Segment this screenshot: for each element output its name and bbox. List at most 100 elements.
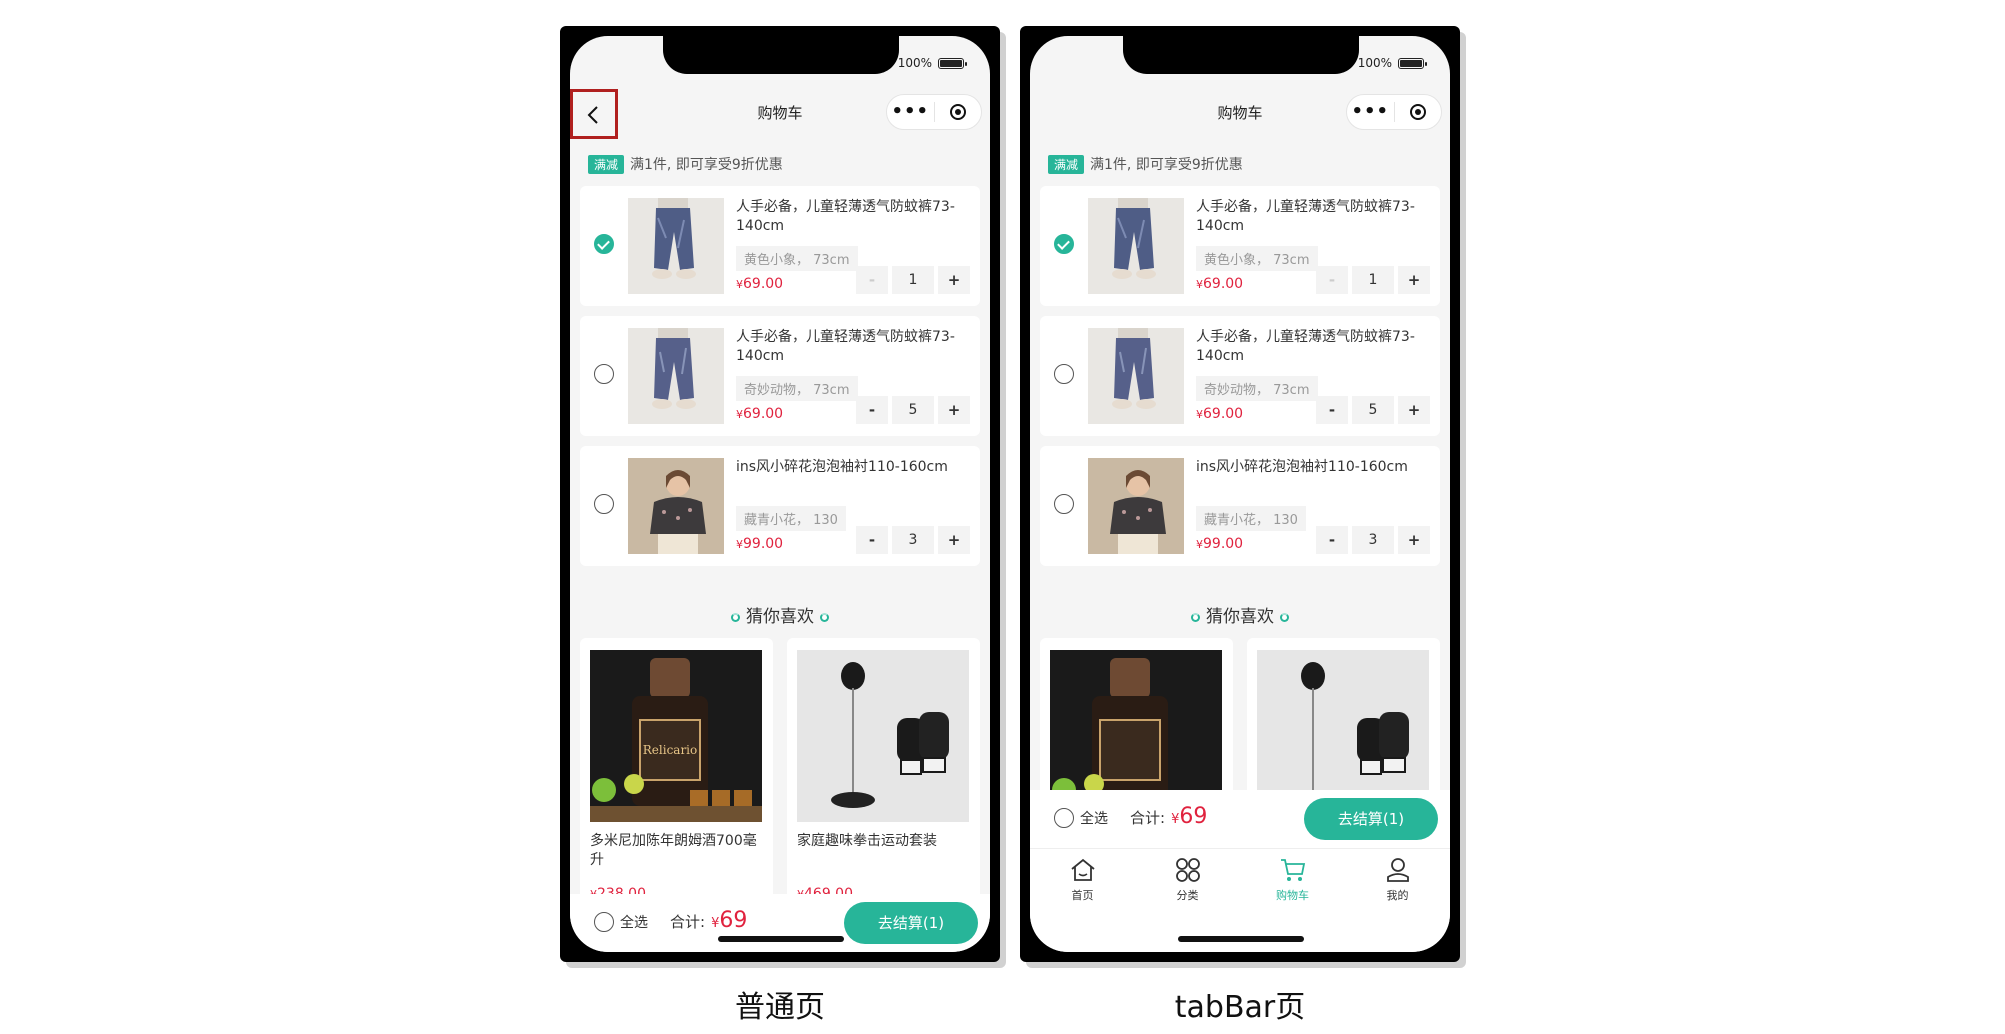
product-image-pants — [1088, 198, 1184, 294]
phone-normal-page: 100% 购物车 ••• 满减 满1件, 即可享受9折优惠 人手必备，儿童轻薄透… — [560, 26, 1000, 962]
item-spec[interactable]: 黄色小象， 73cm — [736, 246, 858, 271]
promo-banner: 满减 满1件, 即可享受9折优惠 — [1048, 154, 1243, 174]
item-spec[interactable]: 藏青小花， 130 — [1196, 506, 1306, 531]
recommend-card[interactable]: 家庭趣味拳击运动套装 ¥469.00 — [787, 638, 980, 908]
quantity-value[interactable]: 1 — [892, 266, 934, 294]
cart-item: ins风小碎花泡泡袖衬110-160cm 藏青小花， 130 ¥99.00 - … — [1040, 446, 1440, 566]
item-title: 人手必备，儿童轻薄透气防蚊裤73-140cm — [1196, 199, 1415, 234]
status-bar: 100% — [897, 56, 967, 70]
decrease-button[interactable]: - — [856, 396, 888, 424]
quantity-value[interactable]: 5 — [1352, 396, 1394, 424]
product-image-pants — [1088, 328, 1184, 424]
phone-screen: 100% 购物车 ••• 满减 满1件, 即可享受9折优惠 人手必备，儿童轻薄透… — [1030, 36, 1450, 952]
phone-screen: 100% 购物车 ••• 满减 满1件, 即可享受9折优惠 人手必备，儿童轻薄透… — [570, 36, 990, 952]
notch — [663, 36, 899, 74]
product-image-boxing-set — [797, 650, 969, 822]
quantity-value[interactable]: 3 — [892, 526, 934, 554]
checkout-button[interactable]: 去结算(1) — [1304, 798, 1438, 840]
item-title: 人手必备，儿童轻薄透气防蚊裤73-140cm — [736, 199, 955, 234]
total-amount: 合计: ¥ 69 — [1130, 804, 1208, 829]
tab-mine[interactable]: 我的 — [1345, 857, 1450, 903]
increase-button[interactable]: + — [1398, 266, 1430, 294]
menu-capsule: ••• — [1346, 94, 1442, 130]
item-checkbox[interactable] — [1054, 234, 1074, 254]
increase-button[interactable]: + — [1398, 396, 1430, 424]
checkout-bar: 全选 合计: ¥ 69 去结算(1) — [1030, 790, 1450, 848]
user-icon — [1386, 858, 1409, 882]
select-all-checkbox[interactable] — [1054, 808, 1074, 828]
cart-item: 人手必备，儿童轻薄透气防蚊裤73-140cm 奇妙动物， 73cm ¥69.00… — [580, 316, 980, 436]
checkout-button[interactable]: 去结算(1) — [844, 902, 978, 944]
decrease-button[interactable]: - — [856, 526, 888, 554]
phone-tabbar-page: 100% 购物车 ••• 满减 满1件, 即可享受9折优惠 人手必备，儿童轻薄透… — [1020, 26, 1460, 962]
item-spec[interactable]: 奇妙动物， 73cm — [736, 376, 858, 401]
battery-percent: 100% — [897, 56, 932, 70]
decor-dot-icon — [820, 612, 829, 622]
item-price: ¥99.00 — [736, 536, 784, 552]
battery-percent: 100% — [1357, 56, 1392, 70]
item-title: 人手必备，儿童轻薄透气防蚊裤73-140cm — [1196, 329, 1415, 364]
item-price: ¥69.00 — [1196, 406, 1244, 422]
close-miniprogram-button[interactable] — [935, 104, 982, 120]
battery-icon — [938, 57, 967, 69]
decrease-button[interactable]: - — [1316, 396, 1348, 424]
recommend-card[interactable]: Relicario 多米尼加陈年朗姆酒700毫升 ¥238.00 — [580, 638, 773, 908]
item-checkbox[interactable] — [594, 494, 614, 514]
decrease-button[interactable]: - — [1316, 266, 1348, 294]
promo-tag: 满减 — [588, 154, 625, 174]
quantity-value[interactable]: 5 — [892, 396, 934, 424]
total-amount: 合计: ¥ 69 — [670, 908, 748, 933]
home-indicator — [718, 936, 844, 942]
quantity-stepper: - 5 + — [856, 396, 970, 424]
status-bar: 100% — [1357, 56, 1427, 70]
quantity-stepper: - 5 + — [1316, 396, 1430, 424]
item-title: ins风小碎花泡泡袖衬110-160cm — [736, 459, 948, 475]
more-icon[interactable]: ••• — [887, 103, 934, 121]
item-spec[interactable]: 奇妙动物， 73cm — [1196, 376, 1318, 401]
decor-dot-icon — [1280, 612, 1289, 622]
quantity-value[interactable]: 1 — [1352, 266, 1394, 294]
item-checkbox[interactable] — [1054, 494, 1074, 514]
select-all[interactable]: 全选 — [1054, 808, 1108, 828]
promo-text: 满1件, 即可享受9折优惠 — [1090, 157, 1243, 173]
quantity-stepper: - 1 + — [856, 266, 970, 294]
product-image-pants — [628, 198, 724, 294]
product-image-pants — [628, 328, 724, 424]
decrease-button[interactable]: - — [1316, 526, 1348, 554]
cart-item: 人手必备，儿童轻薄透气防蚊裤73-140cm 黄色小象， 73cm ¥69.00… — [580, 186, 980, 306]
svg-text:Relicario: Relicario — [643, 743, 698, 757]
item-price: ¥69.00 — [736, 276, 784, 292]
nav-bar: 购物车 ••• — [1030, 88, 1450, 136]
decrease-button[interactable]: - — [856, 266, 888, 294]
more-icon[interactable]: ••• — [1347, 103, 1394, 121]
item-spec[interactable]: 藏青小花， 130 — [736, 506, 846, 531]
home-indicator — [1178, 936, 1304, 942]
increase-button[interactable]: + — [938, 396, 970, 424]
tab-home[interactable]: 首页 — [1030, 857, 1135, 903]
promo-banner: 满减 满1件, 即可享受9折优惠 — [588, 154, 783, 174]
item-price: ¥69.00 — [1196, 276, 1244, 292]
product-image-blouse — [628, 458, 724, 554]
quantity-stepper: - 3 + — [1316, 526, 1430, 554]
tab-category[interactable]: 分类 — [1135, 857, 1240, 903]
cart-icon — [1280, 859, 1305, 881]
guess-you-like-heading: 猜你喜欢 — [1030, 602, 1450, 627]
select-all[interactable]: 全选 — [594, 912, 648, 932]
item-checkbox[interactable] — [594, 364, 614, 384]
nav-bar: 购物车 ••• — [570, 88, 990, 139]
tab-cart[interactable]: 购物车 — [1240, 857, 1345, 903]
increase-button[interactable]: + — [938, 266, 970, 294]
item-checkbox[interactable] — [594, 234, 614, 254]
close-miniprogram-button[interactable] — [1395, 104, 1442, 120]
item-checkbox[interactable] — [1054, 364, 1074, 384]
increase-button[interactable]: + — [1398, 526, 1430, 554]
checkout-bar: 全选 合计: ¥ 69 去结算(1) — [570, 894, 990, 952]
quantity-value[interactable]: 3 — [1352, 526, 1394, 554]
menu-capsule: ••• — [886, 94, 982, 130]
caption-normal-page: 普通页 — [735, 990, 825, 1025]
increase-button[interactable]: + — [938, 526, 970, 554]
promo-tag: 满减 — [1048, 154, 1085, 174]
quantity-stepper: - 3 + — [856, 526, 970, 554]
item-spec[interactable]: 黄色小象， 73cm — [1196, 246, 1318, 271]
select-all-checkbox[interactable] — [594, 912, 614, 932]
